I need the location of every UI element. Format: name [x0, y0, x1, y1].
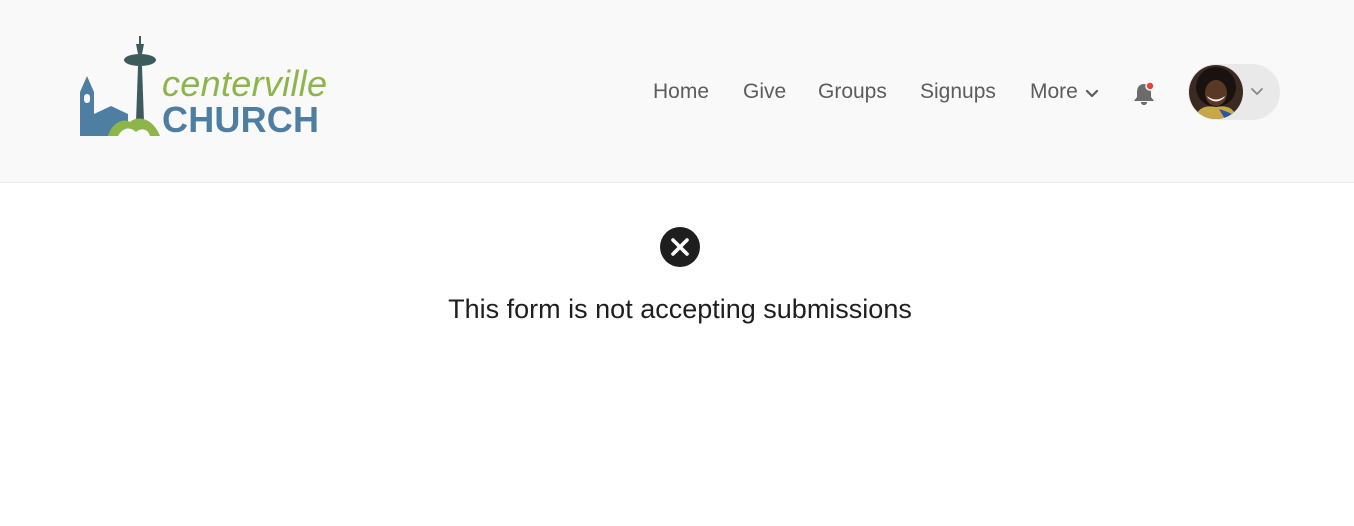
- status-message: This form is not accepting submissions: [448, 294, 912, 324]
- nav-signups[interactable]: Signups: [920, 76, 996, 108]
- user-menu-button[interactable]: [1188, 64, 1280, 120]
- avatar: [1189, 65, 1243, 119]
- site-header: centerville CHURCH Home Give Groups Sign…: [0, 0, 1354, 183]
- notifications-button[interactable]: [1130, 80, 1158, 108]
- nav-home[interactable]: Home: [653, 76, 709, 108]
- nav-give[interactable]: Give: [743, 76, 786, 108]
- nav-more-label: More: [1030, 80, 1078, 103]
- chevron-down-icon: [1251, 88, 1263, 95]
- nav-more[interactable]: More: [1030, 76, 1099, 108]
- close-circle-icon: [660, 227, 700, 267]
- chevron-down-icon: [1085, 89, 1098, 97]
- church-logo-icon: [80, 36, 160, 136]
- nav-groups[interactable]: Groups: [818, 76, 887, 108]
- logo-text-church: CHURCH: [162, 99, 320, 140]
- notification-dot: [1145, 81, 1155, 91]
- church-logo[interactable]: centerville CHURCH: [78, 36, 328, 140]
- bell-icon: [1134, 81, 1155, 105]
- logo-text-centerville: centerville: [162, 63, 328, 104]
